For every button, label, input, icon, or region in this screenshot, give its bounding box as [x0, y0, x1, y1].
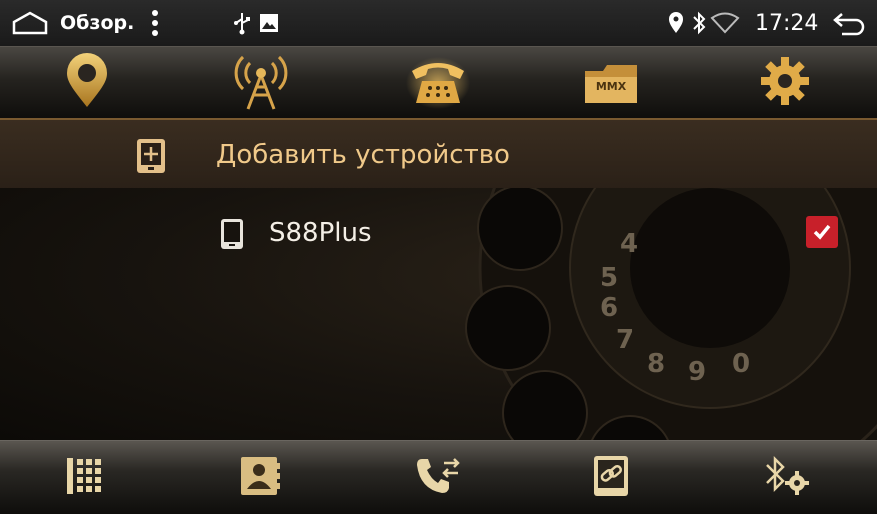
status-bar: Обзор. 17:24: [0, 0, 877, 46]
bluetooth-settings-icon: [761, 455, 809, 501]
phone-device-icon: [219, 217, 245, 255]
tab-call-log[interactable]: [388, 441, 488, 514]
add-device-icon: [135, 137, 167, 179]
tab-radio[interactable]: [201, 47, 321, 119]
call-log-icon: [414, 455, 462, 501]
device-list: 4 5 6 7 8 9 0 S88Plus: [0, 188, 877, 440]
link-icon: [592, 454, 630, 502]
more-vert-icon[interactable]: [150, 0, 160, 46]
add-device-row[interactable]: Добавить устройство: [0, 118, 877, 190]
back-icon[interactable]: [832, 0, 866, 46]
folder-icon: MMX: [583, 61, 639, 105]
svg-text:8: 8: [647, 349, 665, 379]
tab-phone[interactable]: [378, 47, 498, 119]
usb-icon: [233, 0, 251, 46]
svg-text:7: 7: [616, 325, 634, 355]
svg-text:6: 6: [600, 293, 618, 323]
location-pin-icon: [63, 53, 111, 113]
app-title: Обзор.: [60, 12, 135, 34]
tab-device-link[interactable]: [561, 441, 661, 514]
tab-navigation[interactable]: [27, 47, 147, 119]
svg-text:9: 9: [688, 357, 706, 387]
tab-dialpad[interactable]: [37, 441, 137, 514]
svg-text:0: 0: [732, 349, 750, 379]
add-device-label: Добавить устройство: [216, 140, 510, 170]
tab-bt-settings[interactable]: [735, 441, 835, 514]
tab-contacts[interactable]: [210, 441, 310, 514]
media-label: MMX: [595, 80, 627, 93]
device-checkbox[interactable]: [806, 216, 838, 248]
dialpad-icon: [65, 456, 109, 500]
bluetooth-icon: [692, 0, 706, 46]
image-icon: [259, 0, 279, 46]
device-row[interactable]: S88Plus: [0, 206, 877, 260]
telephone-icon: [406, 53, 470, 113]
home-icon[interactable]: [12, 0, 48, 46]
checkmark-icon: [813, 224, 831, 240]
bottom-nav: [0, 440, 877, 514]
top-nav: MMX: [0, 46, 877, 119]
contacts-icon: [239, 455, 281, 501]
tab-media[interactable]: MMX: [551, 47, 671, 119]
tab-settings[interactable]: [725, 47, 845, 119]
clock: 17:24: [755, 10, 819, 36]
wifi-icon: [710, 0, 740, 46]
svg-text:5: 5: [600, 263, 618, 293]
gear-icon: [759, 55, 811, 111]
device-name: S88Plus: [269, 218, 372, 248]
antenna-icon: [234, 51, 288, 115]
location-icon: [668, 0, 684, 46]
